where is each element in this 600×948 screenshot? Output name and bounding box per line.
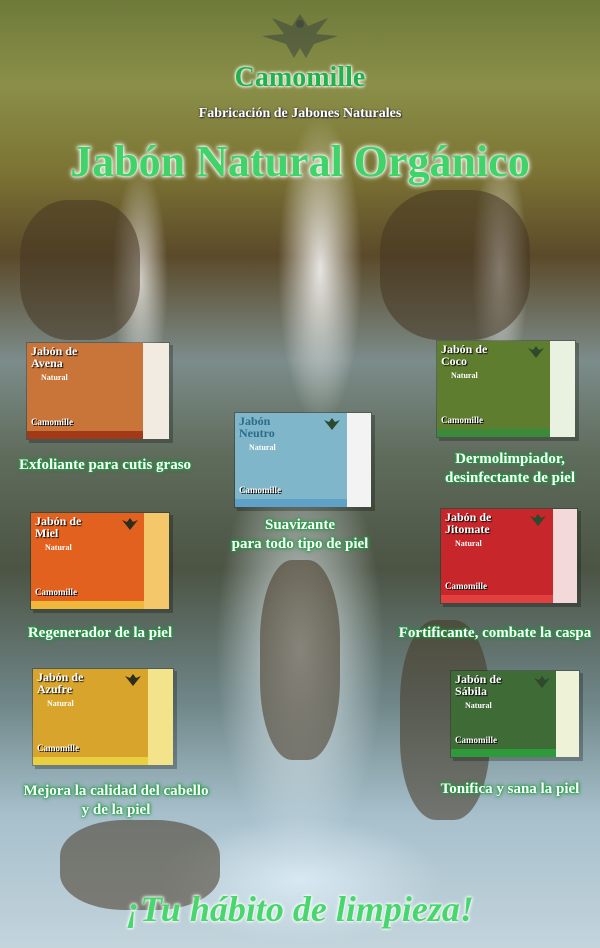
product-caption-avena: Exfoliante para cutis graso <box>18 457 192 473</box>
box-label: Jabón de Jitomate <box>445 510 492 536</box>
box-brand-mark: Camomille <box>445 581 487 591</box>
box-natural-label: Natural <box>455 539 482 548</box>
box-label: Jabón de Miel <box>35 514 82 540</box>
product-caption-miel: Regenerador de la piel <box>27 625 173 641</box>
product-caption-coco: Dermolimpiador, desinfectante de piel <box>445 451 575 486</box>
eagle-logo-icon <box>125 674 142 686</box>
eagle-logo-icon <box>121 518 138 530</box>
rock-decoration <box>20 200 140 340</box>
rock-decoration <box>380 190 530 340</box>
box-side <box>346 413 371 507</box>
box-natural-label: Natural <box>451 371 478 380</box>
box-side <box>550 341 575 437</box>
box-strip <box>451 749 556 757</box>
product-caption-neutro: Suavizante para todo tipo de piel <box>231 517 369 552</box>
product-box-avena: Jabón de Avena Natural Camomille <box>26 342 170 440</box>
box-brand-mark: Camomille <box>31 417 73 427</box>
product-caption-jitomate: Fortificante, combate la caspa <box>398 625 592 641</box>
box-brand-mark: Camomille <box>239 485 281 495</box>
box-label: Jabón de Coco <box>441 342 488 368</box>
box-side <box>144 513 169 609</box>
product-caption-azufre: Mejora la calidad del cabello y de la pie… <box>23 783 209 818</box>
box-natural-label: Natural <box>249 443 276 452</box>
headline: Jabón Natural Orgánico <box>70 137 530 186</box>
box-side <box>147 669 173 765</box>
product-caption-sabila: Tonifica y sana la piel <box>440 781 580 797</box>
box-brand-mark: Camomille <box>35 587 77 597</box>
eagle-emblem-icon <box>262 14 338 58</box>
box-label: Jabón de Avena <box>31 344 78 370</box>
box-side <box>555 671 579 757</box>
product-box-miel: Jabón de Miel Natural Camomille <box>30 512 170 610</box>
box-label: Jabón Neutro <box>239 414 275 440</box>
box-strip <box>33 757 148 765</box>
box-strip <box>235 499 347 507</box>
box-natural-label: Natural <box>47 699 74 708</box>
box-label: Jabón de Sábila <box>455 672 502 698</box>
eagle-logo-icon <box>324 418 341 430</box>
poster: Camomille Fabricación de Jabones Natural… <box>0 0 600 948</box>
box-side <box>552 509 577 603</box>
box-brand-mark: Camomille <box>441 415 483 425</box>
eagle-logo-icon <box>533 676 550 688</box>
box-strip <box>27 431 144 439</box>
box-natural-label: Natural <box>41 373 68 382</box>
product-box-coco: Jabón de Coco Natural Camomille <box>436 340 576 438</box>
product-box-azufre: Jabón de Azufre Natural Camomille <box>32 668 174 766</box>
box-brand-mark: Camomille <box>37 743 79 753</box>
eagle-logo-icon <box>530 514 547 526</box>
box-strip <box>437 429 551 437</box>
box-natural-label: Natural <box>465 701 492 710</box>
box-strip <box>31 601 145 609</box>
product-box-neutro: Jabón Neutro Natural Camomille <box>234 412 372 508</box>
brand-name: Camomille <box>234 62 366 93</box>
box-strip <box>441 595 553 603</box>
box-natural-label: Natural <box>45 543 72 552</box>
box-label: Jabón de Azufre <box>37 670 84 696</box>
slogan: ¡Tu hábito de limpieza! <box>126 889 474 929</box>
rock-decoration <box>260 560 340 760</box>
box-brand-mark: Camomille <box>455 735 497 745</box>
eagle-logo-icon <box>527 346 544 358</box>
box-side <box>143 343 169 439</box>
brand-tagline: Fabricación de Jabones Naturales <box>198 106 402 121</box>
product-box-sabila: Jabón de Sábila Natural Camomille <box>450 670 580 758</box>
product-box-jitomate: Jabón de Jitomate Natural Camomille <box>440 508 578 604</box>
